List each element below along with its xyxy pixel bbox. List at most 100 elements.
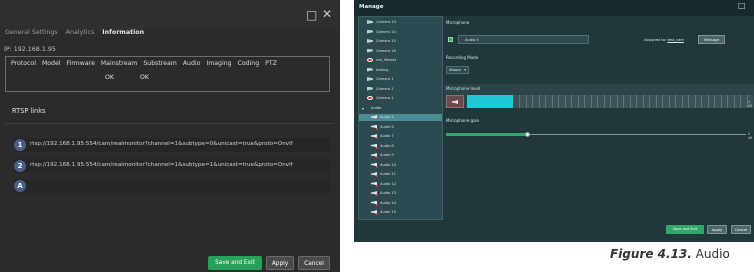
meter-segment [675, 95, 676, 108]
rtsp-link-row[interactable]: A [14, 179, 330, 193]
camera-icon [367, 29, 373, 34]
tree-item[interactable]: Camera 2 [359, 86, 442, 93]
tree-item[interactable]: Audio 9 [359, 152, 442, 159]
rtsp-link-url[interactable]: rtsp://192.168.1.95:554/cam/realmonitor?… [30, 141, 293, 147]
tree-item[interactable]: Camera 13 [359, 19, 442, 26]
assigned-prefix: Assigned to: [644, 38, 667, 42]
status-dot [376, 137, 378, 139]
record-icon [367, 58, 373, 62]
tree-item[interactable]: Audio 5 [359, 114, 442, 121]
tree-item-label: Camera 1 [376, 96, 394, 100]
status-dot [376, 194, 378, 196]
meter-segment [636, 95, 637, 108]
assigned-camera-link[interactable]: test_cam [667, 38, 683, 42]
meter-segment [727, 95, 728, 108]
camera-icon [367, 48, 373, 53]
tree-item[interactable]: Audio 13 [359, 190, 442, 197]
tree-item[interactable]: Camera 14 [359, 29, 442, 36]
manage-window: Manage □ Camera 13 Camera 14 Camera 15 Came… [354, 0, 754, 242]
meter-segment [519, 95, 520, 108]
tree-item[interactable]: Camera 16 [359, 48, 442, 55]
meter-segment [720, 95, 722, 108]
tree-item-label: testing [376, 67, 389, 72]
tree-item[interactable]: Camera 1 [359, 95, 442, 102]
tab-general-settings[interactable]: General Settings [5, 29, 58, 36]
meter-segment [616, 95, 618, 108]
tree-item[interactable]: Audio 10 [359, 162, 442, 169]
figure-number: Figure 4.13. [610, 247, 692, 261]
rtsp-link-row[interactable]: 1 rtsp://192.168.1.95:554/cam/realmonito… [14, 138, 330, 152]
substream-value: OK [140, 74, 149, 81]
mic-level-label: Microphone level [446, 86, 481, 91]
meter-segment [662, 95, 663, 108]
status-dot [376, 118, 378, 120]
meter-segment [538, 95, 540, 108]
tree-item[interactable]: Camera 15 [359, 38, 442, 45]
status-dot [376, 127, 378, 130]
tree-item-label: Audio 12 [380, 181, 396, 186]
apply-button[interactable]: Apply [266, 256, 294, 270]
cancel-button[interactable]: Cancel [731, 225, 751, 234]
tab-analytics[interactable]: Analytics [66, 29, 95, 36]
tree-item-label: Audio 6 [380, 124, 394, 129]
tree-item-label: Audio 10 [380, 162, 396, 167]
col-audio: Audio [182, 60, 201, 67]
meter-segment [714, 95, 715, 108]
camera-icon [367, 86, 373, 91]
device-settings-window: □ ✕ General Settings Analytics Informati… [0, 0, 340, 272]
tree-item[interactable]: Audio 15 [359, 209, 442, 216]
tree-item-label: Audio 13 [380, 191, 396, 195]
meter-segment [733, 95, 735, 108]
tree-item[interactable]: testing [359, 67, 442, 74]
title-bar [0, 0, 340, 30]
close-icon[interactable]: ✕ [322, 7, 332, 21]
cancel-button[interactable]: Cancel [298, 256, 330, 270]
col-model: Model [41, 60, 61, 67]
link-number-badge: 1 [14, 139, 26, 151]
status-dot [376, 203, 378, 206]
figure-caption-text: Audio [695, 247, 730, 261]
maximize-icon[interactable]: □ [306, 8, 317, 22]
tree-item[interactable]: Audio 6 [359, 124, 442, 131]
meter-segment [577, 95, 579, 108]
mic-gain-fill [446, 133, 527, 136]
microphone-checkbox[interactable] [448, 37, 453, 42]
col-ptz: PTZ [265, 60, 277, 67]
mic-gain-handle[interactable] [525, 132, 530, 137]
col-firmware: Firmware [66, 60, 95, 67]
tree-item[interactable]: Audio 12 [359, 181, 442, 188]
tree-item[interactable]: Audio 14 [359, 200, 442, 207]
save-and-exit-button[interactable]: Save and Exit [666, 225, 704, 234]
meter-segment [642, 95, 644, 108]
tree-item[interactable]: Audio 8 [359, 143, 442, 150]
meter-segment [564, 95, 566, 108]
mute-speaker-button[interactable] [446, 95, 464, 108]
tree-item[interactable]: Audio 7 [359, 133, 442, 140]
microphone-value: Audio 5 [465, 38, 479, 42]
mic-gain-label: Microphone gain [446, 118, 480, 123]
meter-segment [623, 95, 624, 108]
recording-mode-value: Always [449, 68, 461, 72]
col-coding: Coding [237, 60, 260, 67]
tree-item[interactable]: not_lifetest [359, 57, 442, 64]
microphone-field[interactable]: Audio 5 [458, 35, 589, 44]
info-table: Protocol Model Firmware Mainstream Subst… [5, 56, 330, 92]
tree-item-label: Audio 15 [380, 210, 396, 214]
meter-segment [571, 95, 572, 108]
save-and-exit-button[interactable]: Save and Exit [208, 256, 262, 270]
link-number-badge: 2 [14, 160, 26, 172]
chevron-down-icon: ▾ [464, 68, 466, 72]
rtsp-link-row[interactable]: 2 rtsp://192.168.1.95:554/cam/realmonito… [14, 159, 330, 173]
rtsp-link-url[interactable]: rtsp://192.168.1.95:554/cam/realmonitor?… [30, 162, 293, 168]
record-icon [367, 96, 373, 100]
tree-item[interactable]: ▾ Audio [359, 105, 442, 112]
status-dot [376, 175, 378, 177]
tab-information[interactable]: Information [102, 29, 144, 36]
tree-item[interactable]: Audio 11 [359, 171, 442, 178]
apply-button[interactable]: Apply [707, 225, 727, 234]
message-button[interactable]: Message [698, 35, 725, 44]
recording-mode-select[interactable]: Always ▾ [446, 66, 469, 74]
tree-item[interactable]: Camera 1 [359, 76, 442, 83]
meter-segment [681, 95, 683, 108]
maximize-icon[interactable]: □ [738, 1, 746, 10]
